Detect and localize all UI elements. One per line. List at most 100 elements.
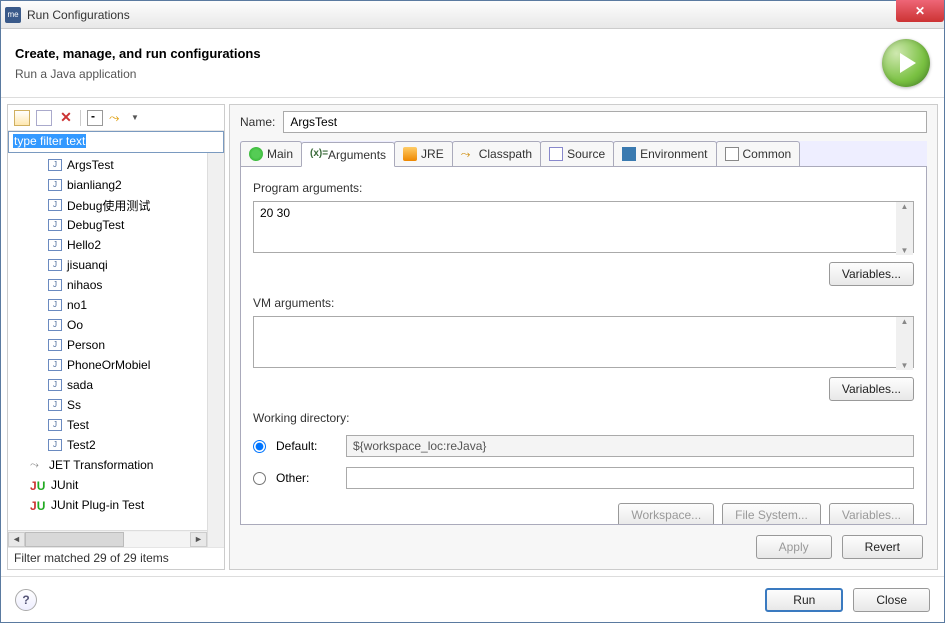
- filter-status: Filter matched 29 of 29 items: [8, 547, 224, 569]
- revert-button[interactable]: Revert: [842, 535, 923, 559]
- tab-source[interactable]: Source: [540, 141, 614, 166]
- other-dir-field[interactable]: [346, 467, 914, 489]
- tree-item-junit[interactable]: JUJUnit: [8, 475, 207, 495]
- java-app-icon: [48, 259, 62, 271]
- window-title: Run Configurations: [27, 8, 940, 22]
- vm-args-label: VM arguments:: [253, 296, 914, 310]
- tree-item[interactable]: DebugTest: [8, 215, 207, 235]
- source-tab-icon: [549, 147, 563, 161]
- tree-item[interactable]: nihaos: [8, 275, 207, 295]
- tree-item[interactable]: Test2: [8, 435, 207, 455]
- tree-item[interactable]: bianliang2: [8, 175, 207, 195]
- java-app-icon: [48, 379, 62, 391]
- horizontal-scrollbar[interactable]: ◄ ►: [8, 530, 207, 547]
- vm-variables-button[interactable]: Variables...: [829, 377, 914, 401]
- common-tab-icon: [725, 147, 739, 161]
- java-app-icon: [48, 199, 62, 211]
- tabs: Main (x)=Arguments JRE ⤳Classpath Source…: [240, 141, 927, 167]
- help-icon[interactable]: ?: [15, 589, 37, 611]
- tree-item[interactable]: Oo: [8, 315, 207, 335]
- java-app-icon: [48, 319, 62, 331]
- tree-item[interactable]: Debug使用测试: [8, 195, 207, 215]
- new-config-icon[interactable]: [14, 110, 30, 126]
- tab-main[interactable]: Main: [240, 141, 302, 166]
- java-app-icon: [48, 279, 62, 291]
- collapse-all-icon[interactable]: [87, 110, 103, 126]
- name-label: Name:: [240, 115, 275, 129]
- arguments-tab-icon: (x)=: [310, 148, 324, 162]
- config-tree[interactable]: ArgsTest bianliang2 Debug使用测试 DebugTest …: [8, 153, 207, 530]
- java-app-icon: [48, 439, 62, 451]
- vm-args-textarea[interactable]: [253, 316, 914, 368]
- java-app-icon: [48, 239, 62, 251]
- default-radio[interactable]: [253, 440, 266, 453]
- textarea-scrollbar[interactable]: ▲▼: [896, 317, 913, 370]
- name-input[interactable]: [283, 111, 927, 133]
- delete-config-icon[interactable]: ✕: [58, 110, 74, 126]
- tab-jre[interactable]: JRE: [394, 141, 453, 166]
- dropdown-arrow-icon[interactable]: ▼: [131, 113, 139, 122]
- tree-item[interactable]: Hello2: [8, 235, 207, 255]
- left-toolbar: ✕ ⤳ ▼: [8, 105, 224, 131]
- tab-arguments[interactable]: (x)=Arguments: [301, 142, 395, 167]
- scroll-right-icon[interactable]: ►: [190, 532, 207, 547]
- left-panel: ✕ ⤳ ▼ type filter text ArgsTest bianlian…: [7, 104, 225, 570]
- tree-item[interactable]: ArgsTest: [8, 155, 207, 175]
- toolbar-separator: [80, 110, 81, 126]
- jre-tab-icon: [403, 147, 417, 161]
- tab-classpath[interactable]: ⤳Classpath: [452, 141, 541, 166]
- jet-icon: ⤳: [30, 459, 44, 471]
- wd-variables-button[interactable]: Variables...: [829, 503, 914, 525]
- tab-common[interactable]: Common: [716, 141, 801, 166]
- tree-item[interactable]: jisuanqi: [8, 255, 207, 275]
- java-app-icon: [48, 179, 62, 191]
- close-button[interactable]: Close: [853, 588, 930, 612]
- titlebar: me Run Configurations ✕: [1, 1, 944, 29]
- arguments-panel: Program arguments: ▲▼ Variables... VM ar…: [240, 167, 927, 525]
- tree-item[interactable]: no1: [8, 295, 207, 315]
- java-app-icon: [48, 399, 62, 411]
- app-icon: me: [5, 7, 21, 23]
- close-icon[interactable]: ✕: [896, 0, 944, 22]
- tree-item[interactable]: Person: [8, 335, 207, 355]
- tree-item[interactable]: Ss: [8, 395, 207, 415]
- classpath-tab-icon: ⤳: [461, 147, 475, 161]
- scroll-left-icon[interactable]: ◄: [8, 532, 25, 547]
- vertical-scrollbar[interactable]: [207, 153, 224, 547]
- right-panel: Name: Main (x)=Arguments JRE ⤳Classpath …: [229, 104, 938, 570]
- program-args-textarea[interactable]: [253, 201, 914, 253]
- environment-tab-icon: [622, 147, 636, 161]
- java-app-icon: [48, 419, 62, 431]
- run-button[interactable]: Run: [765, 588, 843, 612]
- filter-icon[interactable]: ⤳: [109, 110, 125, 126]
- java-app-icon: [48, 359, 62, 371]
- workspace-button[interactable]: Workspace...: [618, 503, 714, 525]
- header-subtitle: Run a Java application: [15, 67, 882, 81]
- default-label: Default:: [276, 439, 336, 453]
- tree-item[interactable]: sada: [8, 375, 207, 395]
- filesystem-button[interactable]: File System...: [722, 503, 821, 525]
- default-dir-field: [346, 435, 914, 457]
- tree-item-junit-plugin[interactable]: JUJUnit Plug-in Test: [8, 495, 207, 515]
- run-large-icon: [882, 39, 930, 87]
- scroll-thumb[interactable]: [25, 532, 124, 547]
- tab-environment[interactable]: Environment: [613, 141, 716, 166]
- apply-button[interactable]: Apply: [756, 535, 832, 559]
- program-args-label: Program arguments:: [253, 181, 914, 195]
- tree-item[interactable]: PhoneOrMobiel: [8, 355, 207, 375]
- footer: ? Run Close: [1, 576, 944, 622]
- other-radio[interactable]: [253, 472, 266, 485]
- duplicate-config-icon[interactable]: [36, 110, 52, 126]
- other-label: Other:: [276, 471, 336, 485]
- filter-input[interactable]: type filter text: [8, 131, 224, 153]
- run-config-dialog: me Run Configurations ✕ Create, manage, …: [0, 0, 945, 623]
- header-title: Create, manage, and run configurations: [15, 46, 882, 61]
- program-variables-button[interactable]: Variables...: [829, 262, 914, 286]
- tree-item[interactable]: Test: [8, 415, 207, 435]
- java-app-icon: [48, 219, 62, 231]
- tree-item-jet[interactable]: ⤳JET Transformation: [8, 455, 207, 475]
- java-app-icon: [48, 339, 62, 351]
- working-dir-label: Working directory:: [253, 411, 914, 425]
- java-app-icon: [48, 159, 62, 171]
- textarea-scrollbar[interactable]: ▲▼: [896, 202, 913, 255]
